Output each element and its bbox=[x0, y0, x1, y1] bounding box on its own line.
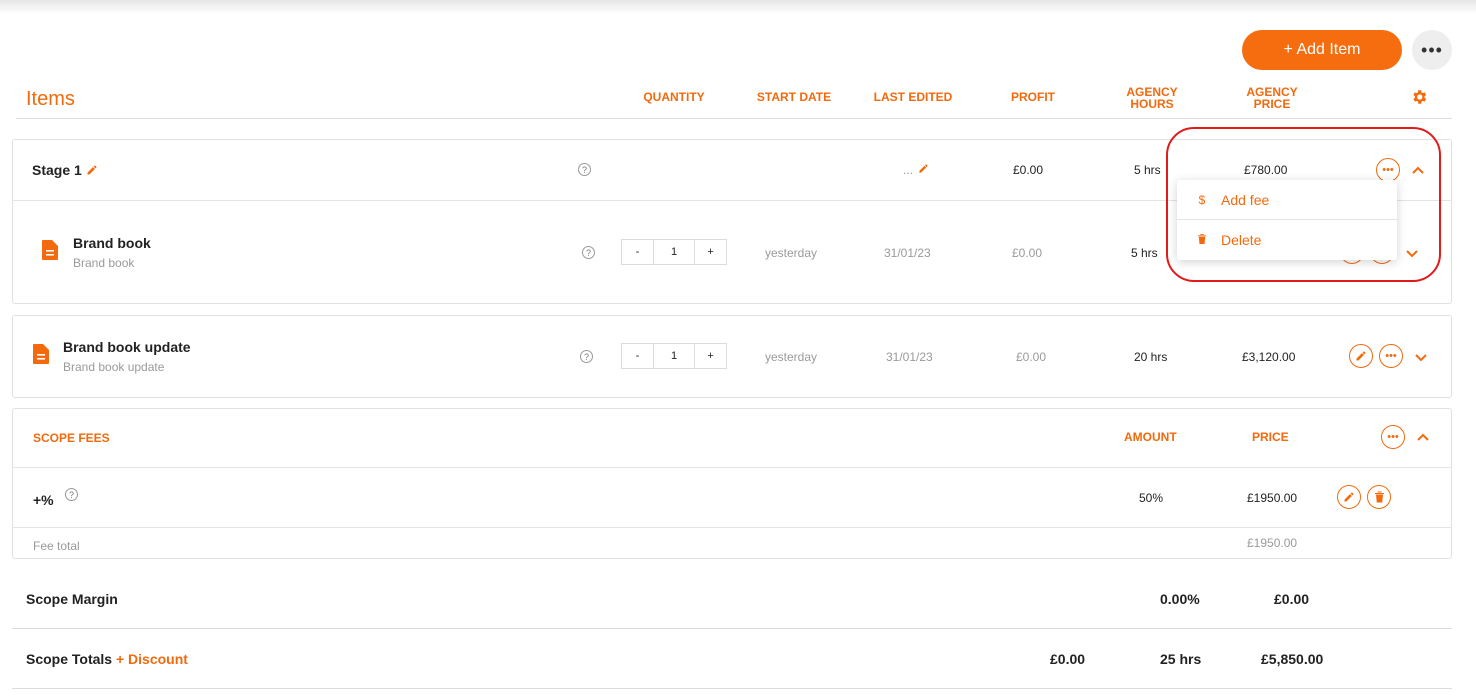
help-icon[interactable]: ? bbox=[580, 350, 593, 363]
delete-trash-icon[interactable] bbox=[1367, 485, 1391, 509]
column-start-date: START DATE bbox=[756, 90, 832, 104]
item-start-date: yesterday bbox=[765, 246, 818, 260]
column-agency-hours: AGENCY HOURS bbox=[1126, 85, 1178, 111]
fee-total-price: £1950.00 bbox=[1247, 536, 1298, 550]
stage-profit: £0.00 bbox=[1013, 163, 1044, 177]
edit-pencil-icon[interactable] bbox=[1337, 485, 1361, 509]
item-price: £3,120.00 bbox=[1242, 350, 1296, 364]
scope-fees-card bbox=[12, 408, 1452, 559]
stage-hours: 5 hrs bbox=[1134, 163, 1161, 177]
fee-price: £1950.00 bbox=[1247, 491, 1298, 505]
scope-totals: Scope Totals + Discount bbox=[26, 651, 188, 667]
scope-margin-percent: 0.00% bbox=[1160, 591, 1200, 607]
scope-fees-title: SCOPE FEES bbox=[33, 431, 110, 445]
fee-amount: 50% bbox=[1139, 491, 1164, 505]
item-description: Brand book bbox=[73, 256, 135, 270]
add-item-button[interactable]: + Add Item bbox=[1242, 30, 1402, 70]
chevron-up-icon[interactable] bbox=[1416, 432, 1430, 442]
scope-totals-profit: £0.00 bbox=[1050, 651, 1086, 667]
help-icon[interactable]: ? bbox=[65, 488, 78, 501]
fee-label: +% bbox=[33, 492, 54, 508]
scope-margin-label: Scope Margin bbox=[26, 591, 118, 607]
quantity-value[interactable]: 1 bbox=[652, 344, 696, 368]
quantity-value[interactable]: 1 bbox=[652, 240, 696, 264]
item-description: Brand book update bbox=[63, 360, 165, 374]
item-name: Brand book update bbox=[63, 339, 191, 355]
item-hours: 20 hrs bbox=[1134, 350, 1168, 364]
item-last-edited: 31/01/23 bbox=[884, 246, 931, 260]
help-icon[interactable]: ? bbox=[582, 246, 595, 259]
margin-divider bbox=[12, 628, 1452, 629]
quantity-stepper[interactable]: - 1 + bbox=[621, 239, 727, 265]
column-amount: AMOUNT bbox=[1124, 430, 1177, 444]
quantity-stepper[interactable]: - 1 + bbox=[621, 343, 727, 369]
totals-divider bbox=[12, 688, 1452, 689]
increment-button[interactable]: + bbox=[695, 344, 726, 368]
more-icon[interactable]: ••• bbox=[1379, 344, 1403, 368]
fees-divider bbox=[13, 467, 1451, 468]
edit-pencil-icon[interactable] bbox=[918, 163, 929, 174]
increment-button[interactable]: + bbox=[695, 240, 726, 264]
discount-link[interactable]: + Discount bbox=[116, 651, 188, 667]
item-profit: £0.00 bbox=[1012, 246, 1043, 260]
decrement-button[interactable]: - bbox=[622, 344, 653, 368]
item-name: Brand book bbox=[73, 235, 151, 251]
scope-totals-price: £5,850.00 bbox=[1261, 651, 1324, 667]
column-profit: PROFIT bbox=[1011, 90, 1055, 104]
stage-title[interactable]: Stage 1 bbox=[32, 162, 98, 178]
page-title: Items bbox=[26, 88, 75, 110]
decrement-button[interactable]: - bbox=[622, 240, 653, 264]
header-divider bbox=[16, 118, 1452, 119]
column-agency-price: AGENCY PRICE bbox=[1246, 85, 1298, 111]
item-last-edited: 31/01/23 bbox=[886, 350, 933, 364]
document-icon bbox=[33, 344, 49, 364]
document-icon bbox=[42, 240, 58, 260]
item-profit: £0.00 bbox=[1016, 350, 1047, 364]
scope-totals-hours: 25 hrs bbox=[1160, 651, 1202, 667]
item-start-date: yesterday bbox=[765, 350, 818, 364]
item-card bbox=[12, 315, 1452, 398]
settings-gear-icon[interactable] bbox=[1410, 88, 1428, 106]
fee-total-divider bbox=[13, 527, 1451, 528]
more-icon[interactable]: ••• bbox=[1381, 425, 1405, 449]
edit-pencil-icon[interactable] bbox=[1349, 344, 1373, 368]
top-shadow bbox=[0, 0, 1476, 14]
fee-total-label: Fee total bbox=[33, 539, 80, 553]
help-icon[interactable]: ? bbox=[578, 163, 591, 176]
item-hours: 5 hrs bbox=[1131, 246, 1158, 260]
chevron-down-icon[interactable] bbox=[1414, 352, 1428, 362]
column-last-edited: LAST EDITED bbox=[873, 90, 953, 104]
scope-margin-value: £0.00 bbox=[1274, 591, 1310, 607]
stage-last-edited: ... bbox=[903, 163, 914, 177]
column-quantity: QUANTITY bbox=[643, 90, 705, 104]
highlight-annotation bbox=[1166, 127, 1441, 282]
edit-pencil-icon[interactable] bbox=[86, 164, 98, 176]
more-options-button[interactable]: ••• bbox=[1412, 30, 1452, 70]
column-price: PRICE bbox=[1252, 430, 1289, 444]
